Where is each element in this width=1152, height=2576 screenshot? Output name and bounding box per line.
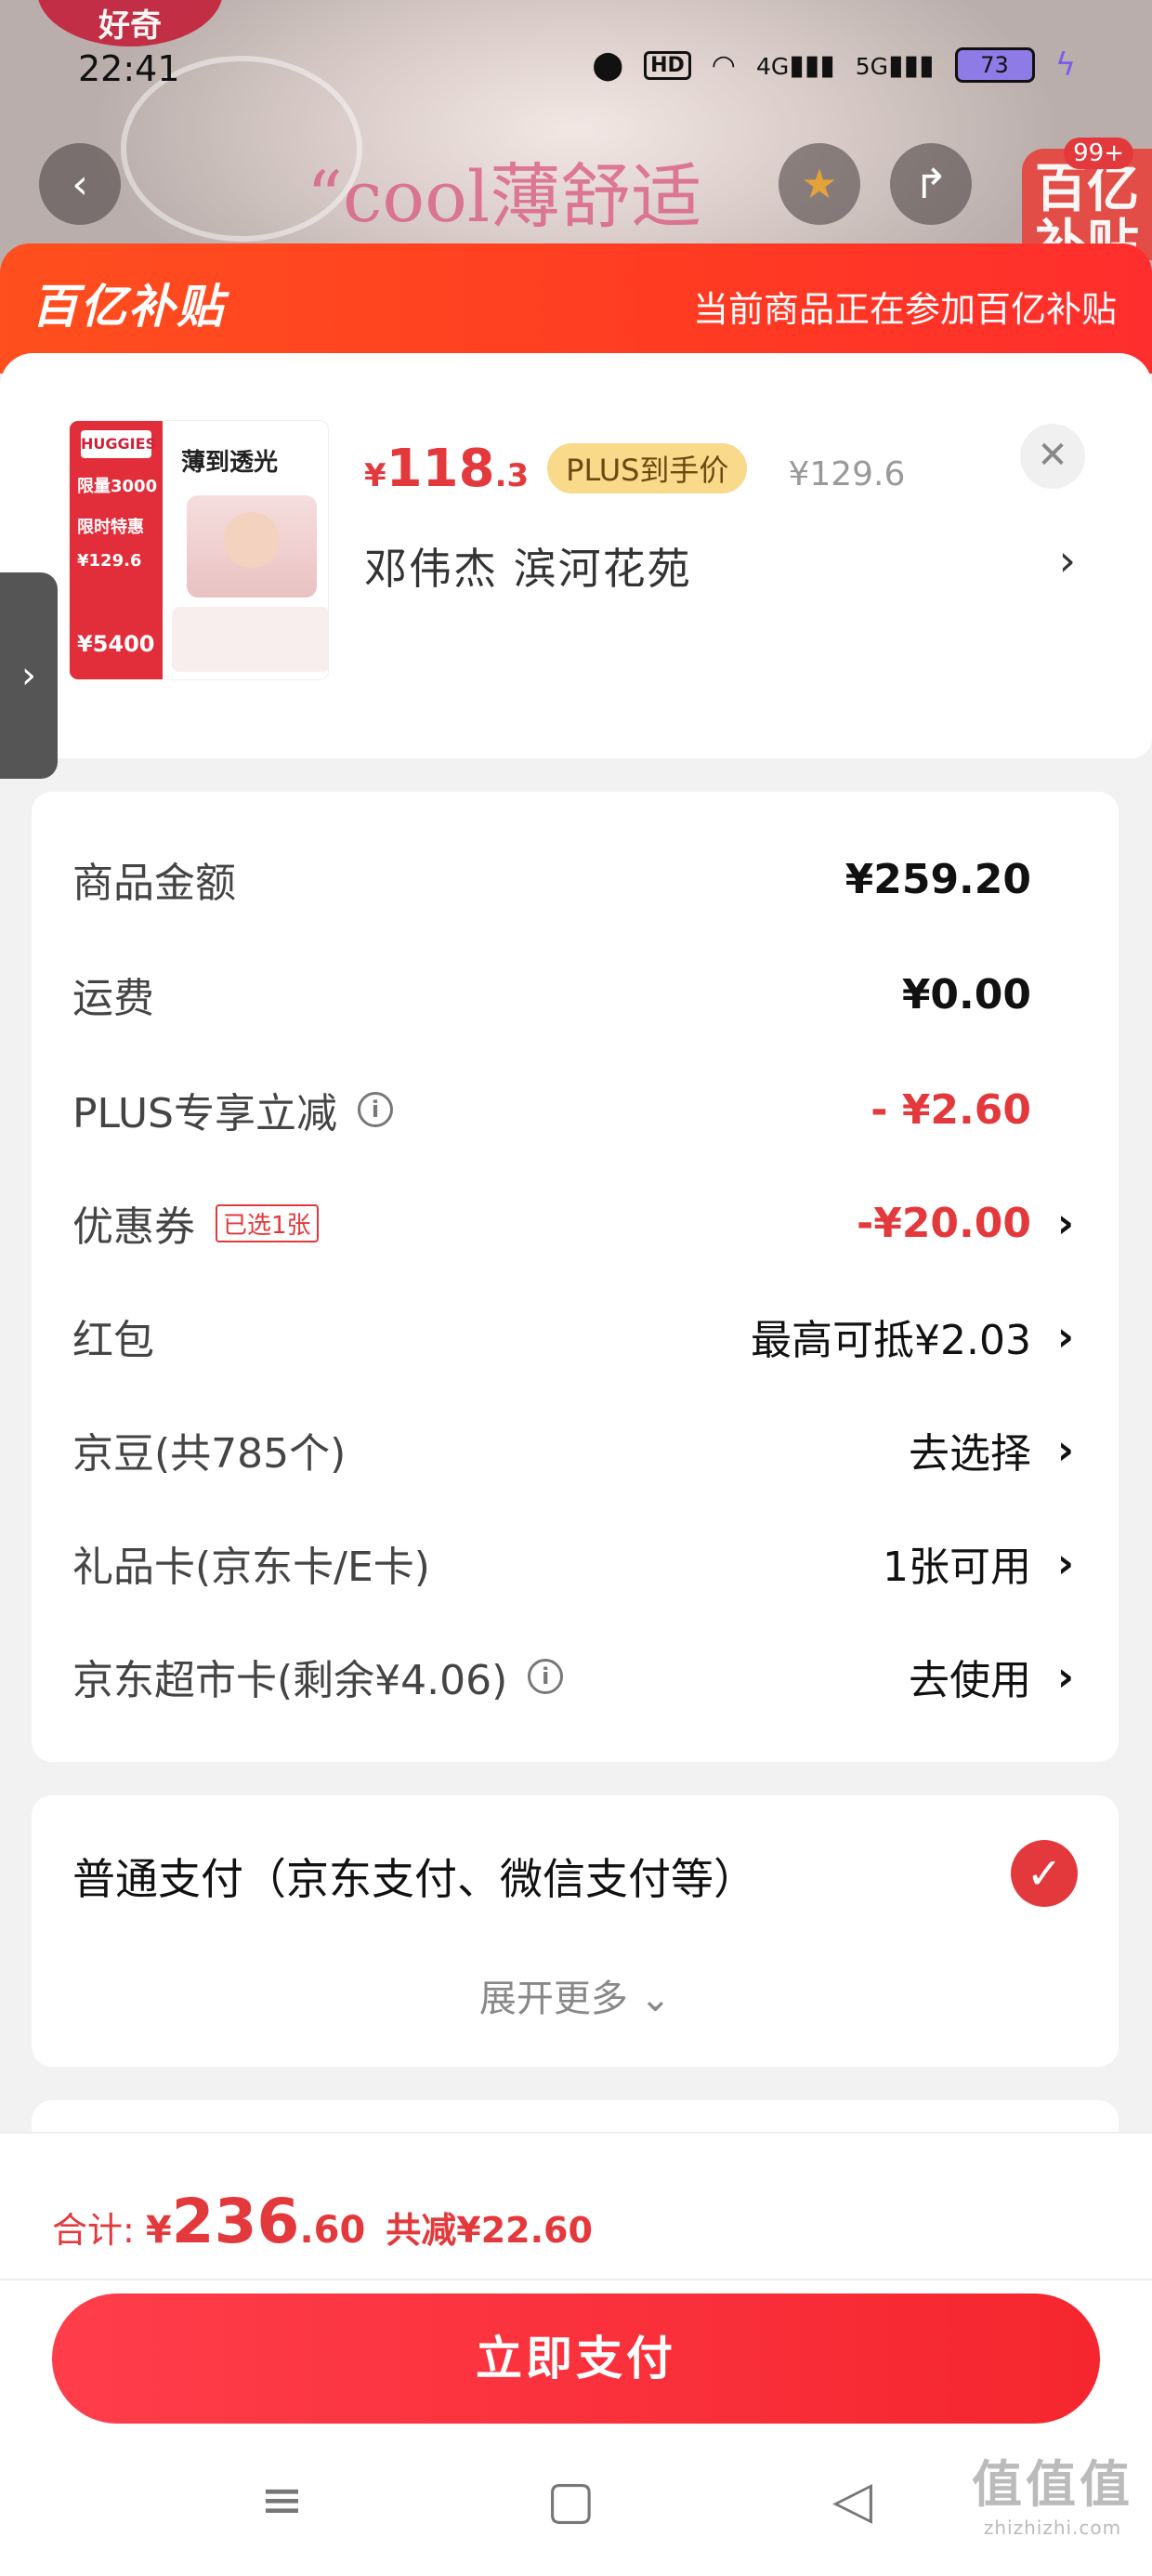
thumb-promo-band: HUGGIES 限量3000 限时特惠 ¥129.6 ¥5400 (70, 421, 163, 679)
favorite-icon[interactable]: ★ (779, 143, 860, 225)
chevron-right-icon[interactable]: › (1057, 1200, 1074, 1247)
jingdou-value: 去选择 (909, 1430, 1031, 1478)
info-icon[interactable]: i (528, 1659, 564, 1694)
supermarket-card-row[interactable]: 京东超市卡(剩余¥4.06) i 去使用 › (72, 1639, 1078, 1714)
plus-price-tag: PLUS到手价 (547, 443, 748, 493)
plus-price: ¥118.3 (364, 439, 530, 499)
jingdou-row[interactable]: 京豆(共785个) 去选择 › (72, 1413, 1078, 1487)
red-packet-value: 最高可抵¥2.03 (751, 1317, 1031, 1364)
subsidy-logo: 百亿补贴 (32, 280, 225, 334)
plus-discount-value: - ¥2.60 (871, 1085, 1031, 1134)
payment-option-label[interactable]: 普通支付（京东支付、微信支付等） (72, 1846, 756, 1907)
signal-5g-icon: 5G▮▮▮ (855, 48, 935, 82)
checkout-page: 好奇 “cool薄舒适 22:41 ⬤ HD ◠ 4G▮▮▮ 5G▮▮▮ 73 … (0, 0, 1152, 2576)
expand-more-button[interactable]: 展开更多 ⌄ (32, 1968, 1119, 2022)
chevron-right-icon[interactable]: › (1057, 1653, 1074, 1701)
back-triangle-icon[interactable]: ◁ (832, 2470, 872, 2530)
total-savings: 共减¥22.60 (386, 2210, 593, 2251)
wifi-icon: ◠ (711, 48, 736, 82)
plus-discount-row: PLUS专享立减 i - ¥2.60 (72, 1085, 1031, 1138)
location-icon: ⬤ (592, 48, 624, 82)
red-packet-row[interactable]: 红包 最高可抵¥2.03 › (72, 1299, 1078, 1373)
status-time: 22:41 (78, 48, 180, 89)
coupon-selected-tag: 已选1张 (216, 1203, 319, 1242)
signal-4g-icon: 4G▮▮▮ (755, 48, 835, 82)
original-price: ¥129.6 (788, 455, 906, 493)
share-icon[interactable]: ↱ (890, 143, 972, 225)
price-row: ¥118.3 PLUS到手价 ¥129.6 (364, 439, 905, 499)
pay-now-button[interactable]: 立即支付 (52, 2293, 1100, 2424)
status-icons: ⬤ HD ◠ 4G▮▮▮ 5G▮▮▮ 73 ϟ (592, 46, 1076, 84)
order-total: 合计: ¥236.60 共减¥22.60 (52, 2186, 593, 2257)
goods-amount-value: ¥259.20 (844, 855, 1031, 903)
chevron-right-icon[interactable]: › (1057, 1540, 1074, 1587)
system-navigation-bar: ≡ ▢ ◁ 值值值 zhizhizhi.com (0, 2435, 1152, 2576)
check-icon[interactable]: ✓ (1011, 1840, 1078, 1907)
hd-icon: HD (644, 50, 691, 80)
supermarket-card-value: 去使用 (909, 1657, 1031, 1704)
close-icon[interactable]: ✕ (1020, 424, 1085, 489)
huggies-logo: HUGGIES (81, 430, 156, 458)
watermark: 值值值 zhizhizhi.com (972, 2455, 1133, 2539)
coupon-row[interactable]: 优惠券 已选1张 -¥20.00 › (72, 1186, 1078, 1260)
baby-image (187, 495, 317, 598)
shipping-row: 运费 ¥0.00 (72, 970, 1031, 1023)
status-bar: 22:41 ⬤ HD ◠ 4G▮▮▮ 5G▮▮▮ 73 ϟ (0, 37, 1152, 102)
coupon-value: -¥20.00 (856, 1199, 1031, 1247)
hero-slogan: “cool薄舒适 (307, 155, 702, 238)
gift-card-value: 1张可用 (883, 1544, 1031, 1591)
gift-card-row[interactable]: 礼品卡(京东卡/E卡) 1张可用 › (72, 1526, 1078, 1600)
divider (0, 2279, 1152, 2280)
payment-method-card: 普通支付（京东支付、微信支付等） ✓ 展开更多 ⌄ (32, 1795, 1119, 2067)
message-badge[interactable]: 99+ (1064, 138, 1133, 169)
back-icon[interactable]: ‹ (39, 143, 121, 225)
shipping-address[interactable]: 邓伟杰 滨河花苑 (364, 535, 692, 597)
goods-amount-row: 商品金额 ¥259.20 (72, 855, 1031, 908)
fee-details-card: 商品金额 ¥259.20 运费 ¥0.00 PLUS专享立减 i - ¥2.60 … (32, 792, 1119, 1762)
menu-icon[interactable]: ≡ (260, 2470, 304, 2530)
product-thumbnail[interactable]: HUGGIES 限量3000 限时特惠 ¥129.6 ¥5400 薄到透光 (69, 420, 329, 680)
charging-icon: ϟ (1054, 46, 1076, 84)
home-icon[interactable]: ▢ (546, 2470, 596, 2530)
subsidy-message: 当前商品正在参加百亿补贴 (692, 289, 1117, 330)
product-card: HUGGIES 限量3000 限时特惠 ¥129.6 ¥5400 薄到透光 ¥1… (0, 353, 1152, 758)
side-panel-toggle[interactable]: › (0, 572, 58, 779)
thumb-headline: 薄到透光 (181, 449, 279, 477)
shipping-value: ¥0.00 (901, 970, 1031, 1019)
battery-icon: 73 (954, 47, 1035, 83)
diaper-pack-image (172, 607, 328, 672)
chevron-right-icon[interactable]: › (1057, 1426, 1074, 1474)
chevron-right-icon[interactable]: › (1059, 535, 1076, 585)
info-icon[interactable]: i (358, 1092, 393, 1127)
chevron-right-icon[interactable]: › (1057, 1313, 1074, 1360)
